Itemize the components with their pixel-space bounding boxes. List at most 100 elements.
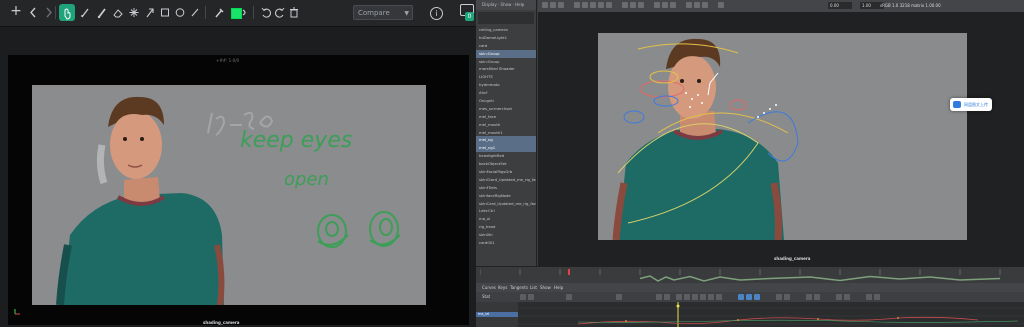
outliner-item[interactable]: mel_mouth [476, 121, 536, 129]
trash-icon[interactable] [287, 4, 301, 21]
circle-icon[interactable] [173, 4, 187, 21]
break-tangent-icon[interactable] [746, 294, 752, 300]
texture-icon[interactable] [598, 2, 604, 8]
viewport-frame[interactable] [598, 33, 967, 240]
post-infinity-icon[interactable] [844, 294, 850, 300]
outliner-item[interactable]: hydmmato [476, 81, 536, 89]
outliner-item[interactable]: hdDomeLight1 [476, 34, 536, 42]
menu-curves[interactable]: Curves [482, 283, 496, 292]
compare-dropdown[interactable]: Compare ▼ [353, 5, 413, 20]
outliner-item[interactable]: mel_ng [476, 136, 536, 145]
arrow-icon[interactable] [143, 4, 157, 21]
outliner-item[interactable]: mel_mouth1 [476, 129, 536, 137]
outliner-item[interactable]: LIGHTS [476, 73, 536, 81]
eraser-icon[interactable] [111, 4, 125, 21]
outliner-item[interactable]: skin:Group [476, 58, 536, 66]
outliner-item[interactable]: Ahcf [476, 89, 536, 97]
joint-xray-icon[interactable] [670, 2, 676, 8]
outliner-item[interactable]: headlightRed [476, 152, 536, 160]
cloud-upload-button[interactable]: 网盘图文上传 [950, 98, 992, 111]
outliner-item[interactable]: card [476, 42, 536, 50]
menu-list[interactable]: List [530, 283, 537, 292]
outliner-item[interactable]: skinCtard_Updated_me_rig_fac_IN [476, 176, 536, 184]
lattice-icon[interactable] [566, 294, 572, 300]
linear-tangent-icon[interactable] [700, 294, 706, 300]
outliner-item[interactable]: skinFacialRigsGrb [476, 168, 536, 176]
film-gate-icon[interactable] [694, 2, 700, 8]
forward-icon[interactable] [43, 4, 55, 21]
line-icon[interactable] [188, 4, 202, 21]
select-tool-icon[interactable] [59, 4, 75, 21]
menu-help[interactable]: Help [554, 283, 563, 292]
spline-tangent-icon[interactable] [684, 294, 690, 300]
normalize-icon[interactable] [806, 294, 812, 300]
graph-editor[interactable]: ma_lel [476, 302, 1024, 327]
aa-icon[interactable] [638, 2, 644, 8]
back-icon[interactable] [27, 4, 39, 21]
denormalize-icon[interactable] [814, 294, 820, 300]
menu-tangents[interactable]: Tangents [510, 283, 528, 292]
pen-icon[interactable] [78, 4, 92, 21]
move-key-icon[interactable] [520, 294, 526, 300]
pre-infinity-icon[interactable] [836, 294, 842, 300]
menu-show[interactable]: Show [540, 283, 551, 292]
stroke-size-icon[interactable] [241, 4, 249, 21]
outliner-item[interactable]: mel_ng1 [476, 144, 536, 153]
light-icon[interactable] [606, 2, 612, 8]
colorspace-icon[interactable] [718, 2, 724, 8]
video-frame[interactable]: keep eyes open [32, 85, 426, 305]
laser-icon[interactable] [127, 4, 141, 21]
outliner-item[interactable]: ceiling_camera [476, 26, 536, 34]
xray-icon[interactable] [662, 2, 668, 8]
exposure-field[interactable]: 0.00 [828, 2, 852, 9]
frame-selection-icon[interactable] [664, 294, 670, 300]
outliner-item[interactable]: skinCard_Updated_me_rig_fac_01 [476, 200, 536, 208]
review-canvas[interactable]: +##: 1-0/0 keep eyes open shading_camera [8, 55, 469, 325]
frame-all-icon[interactable] [656, 294, 662, 300]
outliner-item[interactable]: rig_head [476, 223, 536, 231]
rectangle-icon[interactable] [158, 4, 172, 21]
ao-icon[interactable] [630, 2, 636, 8]
outliner-item[interactable]: skin0hi [476, 231, 536, 239]
time-snap-icon[interactable] [866, 294, 872, 300]
lock-weight-icon[interactable] [784, 294, 790, 300]
stats-field-icon[interactable] [616, 294, 622, 300]
brush-icon[interactable] [95, 4, 109, 21]
bookmark-icon[interactable] [558, 2, 564, 8]
free-weight-icon[interactable] [776, 294, 782, 300]
maya-viewport[interactable]: shading_camera [538, 12, 1024, 266]
value-snap-icon[interactable] [874, 294, 880, 300]
outliner-search-input[interactable] [478, 12, 534, 24]
insert-key-icon[interactable] [528, 294, 534, 300]
clamped-tangent-icon[interactable] [692, 294, 698, 300]
shaded-icon[interactable] [590, 2, 596, 8]
outliner-item[interactable]: skinFSets [476, 184, 536, 192]
flat-tangent-icon[interactable] [708, 294, 714, 300]
color-management-label[interactable]: sRGB 1.0 3218 matrix 1.00.00 [876, 2, 970, 10]
outliner-item[interactable]: mel_face [476, 113, 536, 121]
step-tangent-icon[interactable] [716, 294, 722, 300]
menu-keys[interactable]: Keys [498, 283, 507, 292]
auto-tangent-icon[interactable] [676, 294, 682, 300]
redo-icon[interactable] [273, 4, 287, 21]
isolate-icon[interactable] [654, 2, 660, 8]
outliner-item[interactable]: backObjectSet [476, 160, 536, 168]
shadow-icon[interactable] [622, 2, 628, 8]
outliner-item[interactable]: skinfaceRigNode [476, 192, 536, 200]
undo-icon[interactable] [259, 4, 273, 21]
unify-tangent-icon[interactable] [754, 294, 760, 300]
graph-search-label[interactable]: Stat [482, 292, 490, 302]
outliner-item[interactable]: ma_ol [476, 215, 536, 223]
outliner-item[interactable]: skin:Group [476, 49, 536, 58]
outliner-item[interactable]: marsfilied Shaader [476, 65, 536, 73]
grid-icon[interactable] [574, 2, 580, 8]
outliner-item[interactable]: Oncgnti [476, 97, 536, 105]
buffer-curve-icon[interactable] [738, 294, 744, 300]
info-icon[interactable]: i [430, 7, 443, 20]
resolution-gate-icon[interactable] [686, 2, 692, 8]
outliner-item[interactable]: LdecCtrl [476, 207, 536, 215]
eyedropper-icon[interactable] [212, 4, 226, 21]
outliner-item[interactable]: mes_sz:merchset [476, 105, 536, 113]
view-icon[interactable] [550, 2, 556, 8]
outliner-item[interactable]: card001 [476, 239, 536, 247]
